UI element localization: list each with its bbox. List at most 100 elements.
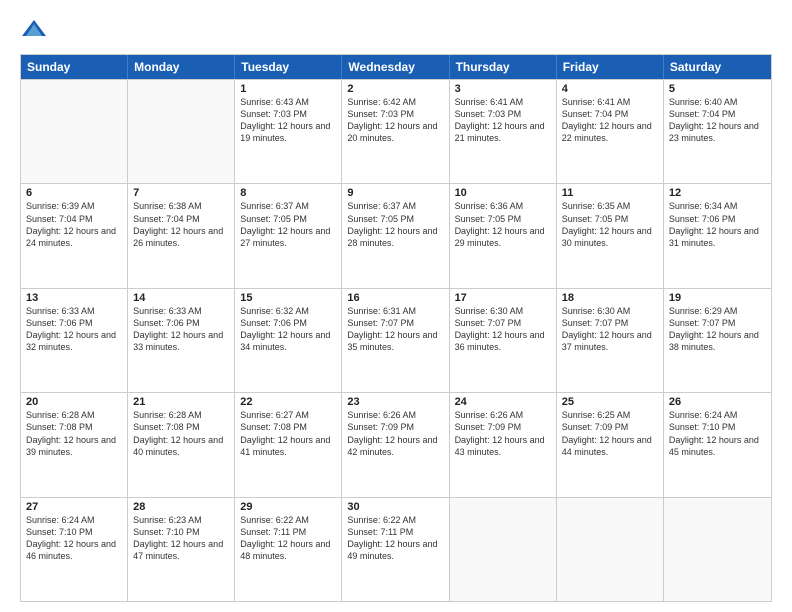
calendar-cell: 10Sunrise: 6:36 AM Sunset: 7:05 PM Dayli… — [450, 184, 557, 287]
day-info: Sunrise: 6:41 AM Sunset: 7:04 PM Dayligh… — [562, 96, 658, 145]
day-info: Sunrise: 6:43 AM Sunset: 7:03 PM Dayligh… — [240, 96, 336, 145]
day-number: 13 — [26, 292, 122, 304]
calendar-cell: 23Sunrise: 6:26 AM Sunset: 7:09 PM Dayli… — [342, 393, 449, 496]
day-number: 18 — [562, 292, 658, 304]
day-info: Sunrise: 6:39 AM Sunset: 7:04 PM Dayligh… — [26, 200, 122, 249]
day-info: Sunrise: 6:23 AM Sunset: 7:10 PM Dayligh… — [133, 514, 229, 563]
header-cell-sunday: Sunday — [21, 55, 128, 79]
calendar-cell: 11Sunrise: 6:35 AM Sunset: 7:05 PM Dayli… — [557, 184, 664, 287]
day-info: Sunrise: 6:26 AM Sunset: 7:09 PM Dayligh… — [347, 409, 443, 458]
day-number: 15 — [240, 292, 336, 304]
header-cell-tuesday: Tuesday — [235, 55, 342, 79]
calendar-cell: 27Sunrise: 6:24 AM Sunset: 7:10 PM Dayli… — [21, 498, 128, 601]
day-info: Sunrise: 6:24 AM Sunset: 7:10 PM Dayligh… — [669, 409, 766, 458]
header-cell-thursday: Thursday — [450, 55, 557, 79]
day-number: 20 — [26, 396, 122, 408]
day-info: Sunrise: 6:28 AM Sunset: 7:08 PM Dayligh… — [26, 409, 122, 458]
calendar-cell: 25Sunrise: 6:25 AM Sunset: 7:09 PM Dayli… — [557, 393, 664, 496]
day-number: 19 — [669, 292, 766, 304]
day-info: Sunrise: 6:22 AM Sunset: 7:11 PM Dayligh… — [240, 514, 336, 563]
calendar-cell: 20Sunrise: 6:28 AM Sunset: 7:08 PM Dayli… — [21, 393, 128, 496]
day-number: 4 — [562, 83, 658, 95]
header-cell-saturday: Saturday — [664, 55, 771, 79]
day-info: Sunrise: 6:33 AM Sunset: 7:06 PM Dayligh… — [26, 305, 122, 354]
day-info: Sunrise: 6:30 AM Sunset: 7:07 PM Dayligh… — [455, 305, 551, 354]
day-number: 29 — [240, 501, 336, 513]
day-number: 28 — [133, 501, 229, 513]
day-info: Sunrise: 6:35 AM Sunset: 7:05 PM Dayligh… — [562, 200, 658, 249]
calendar-cell: 15Sunrise: 6:32 AM Sunset: 7:06 PM Dayli… — [235, 289, 342, 392]
header-cell-wednesday: Wednesday — [342, 55, 449, 79]
day-number: 1 — [240, 83, 336, 95]
day-number: 8 — [240, 187, 336, 199]
calendar: SundayMondayTuesdayWednesdayThursdayFrid… — [20, 54, 772, 602]
calendar-header: SundayMondayTuesdayWednesdayThursdayFrid… — [21, 55, 771, 79]
day-info: Sunrise: 6:28 AM Sunset: 7:08 PM Dayligh… — [133, 409, 229, 458]
day-info: Sunrise: 6:37 AM Sunset: 7:05 PM Dayligh… — [347, 200, 443, 249]
calendar-row-5: 27Sunrise: 6:24 AM Sunset: 7:10 PM Dayli… — [21, 497, 771, 601]
day-number: 3 — [455, 83, 551, 95]
calendar-cell — [664, 498, 771, 601]
day-info: Sunrise: 6:36 AM Sunset: 7:05 PM Dayligh… — [455, 200, 551, 249]
calendar-cell — [128, 80, 235, 183]
day-number: 24 — [455, 396, 551, 408]
calendar-cell: 30Sunrise: 6:22 AM Sunset: 7:11 PM Dayli… — [342, 498, 449, 601]
day-info: Sunrise: 6:40 AM Sunset: 7:04 PM Dayligh… — [669, 96, 766, 145]
page-header — [20, 16, 772, 44]
day-info: Sunrise: 6:31 AM Sunset: 7:07 PM Dayligh… — [347, 305, 443, 354]
day-number: 6 — [26, 187, 122, 199]
calendar-cell — [450, 498, 557, 601]
calendar-cell: 14Sunrise: 6:33 AM Sunset: 7:06 PM Dayli… — [128, 289, 235, 392]
calendar-cell: 2Sunrise: 6:42 AM Sunset: 7:03 PM Daylig… — [342, 80, 449, 183]
calendar-cell — [21, 80, 128, 183]
day-number: 22 — [240, 396, 336, 408]
calendar-cell: 4Sunrise: 6:41 AM Sunset: 7:04 PM Daylig… — [557, 80, 664, 183]
calendar-cell — [557, 498, 664, 601]
day-number: 25 — [562, 396, 658, 408]
calendar-cell: 13Sunrise: 6:33 AM Sunset: 7:06 PM Dayli… — [21, 289, 128, 392]
day-number: 10 — [455, 187, 551, 199]
day-info: Sunrise: 6:34 AM Sunset: 7:06 PM Dayligh… — [669, 200, 766, 249]
calendar-cell: 18Sunrise: 6:30 AM Sunset: 7:07 PM Dayli… — [557, 289, 664, 392]
calendar-cell: 5Sunrise: 6:40 AM Sunset: 7:04 PM Daylig… — [664, 80, 771, 183]
day-info: Sunrise: 6:33 AM Sunset: 7:06 PM Dayligh… — [133, 305, 229, 354]
calendar-cell: 9Sunrise: 6:37 AM Sunset: 7:05 PM Daylig… — [342, 184, 449, 287]
day-number: 5 — [669, 83, 766, 95]
calendar-cell: 28Sunrise: 6:23 AM Sunset: 7:10 PM Dayli… — [128, 498, 235, 601]
day-info: Sunrise: 6:25 AM Sunset: 7:09 PM Dayligh… — [562, 409, 658, 458]
day-number: 14 — [133, 292, 229, 304]
calendar-cell: 8Sunrise: 6:37 AM Sunset: 7:05 PM Daylig… — [235, 184, 342, 287]
logo-icon — [20, 16, 48, 44]
day-number: 27 — [26, 501, 122, 513]
day-number: 11 — [562, 187, 658, 199]
day-info: Sunrise: 6:29 AM Sunset: 7:07 PM Dayligh… — [669, 305, 766, 354]
day-info: Sunrise: 6:32 AM Sunset: 7:06 PM Dayligh… — [240, 305, 336, 354]
calendar-cell: 7Sunrise: 6:38 AM Sunset: 7:04 PM Daylig… — [128, 184, 235, 287]
day-number: 12 — [669, 187, 766, 199]
calendar-cell: 3Sunrise: 6:41 AM Sunset: 7:03 PM Daylig… — [450, 80, 557, 183]
calendar-cell: 16Sunrise: 6:31 AM Sunset: 7:07 PM Dayli… — [342, 289, 449, 392]
calendar-cell: 22Sunrise: 6:27 AM Sunset: 7:08 PM Dayli… — [235, 393, 342, 496]
calendar-cell: 19Sunrise: 6:29 AM Sunset: 7:07 PM Dayli… — [664, 289, 771, 392]
calendar-cell: 6Sunrise: 6:39 AM Sunset: 7:04 PM Daylig… — [21, 184, 128, 287]
day-info: Sunrise: 6:30 AM Sunset: 7:07 PM Dayligh… — [562, 305, 658, 354]
day-number: 7 — [133, 187, 229, 199]
day-info: Sunrise: 6:24 AM Sunset: 7:10 PM Dayligh… — [26, 514, 122, 563]
day-number: 30 — [347, 501, 443, 513]
day-number: 16 — [347, 292, 443, 304]
day-info: Sunrise: 6:26 AM Sunset: 7:09 PM Dayligh… — [455, 409, 551, 458]
day-number: 9 — [347, 187, 443, 199]
day-number: 17 — [455, 292, 551, 304]
calendar-cell: 29Sunrise: 6:22 AM Sunset: 7:11 PM Dayli… — [235, 498, 342, 601]
header-cell-friday: Friday — [557, 55, 664, 79]
calendar-cell: 24Sunrise: 6:26 AM Sunset: 7:09 PM Dayli… — [450, 393, 557, 496]
calendar-cell: 12Sunrise: 6:34 AM Sunset: 7:06 PM Dayli… — [664, 184, 771, 287]
calendar-body: 1Sunrise: 6:43 AM Sunset: 7:03 PM Daylig… — [21, 79, 771, 601]
calendar-cell: 17Sunrise: 6:30 AM Sunset: 7:07 PM Dayli… — [450, 289, 557, 392]
day-info: Sunrise: 6:41 AM Sunset: 7:03 PM Dayligh… — [455, 96, 551, 145]
day-info: Sunrise: 6:37 AM Sunset: 7:05 PM Dayligh… — [240, 200, 336, 249]
day-info: Sunrise: 6:42 AM Sunset: 7:03 PM Dayligh… — [347, 96, 443, 145]
calendar-row-3: 13Sunrise: 6:33 AM Sunset: 7:06 PM Dayli… — [21, 288, 771, 392]
calendar-row-4: 20Sunrise: 6:28 AM Sunset: 7:08 PM Dayli… — [21, 392, 771, 496]
calendar-cell: 21Sunrise: 6:28 AM Sunset: 7:08 PM Dayli… — [128, 393, 235, 496]
